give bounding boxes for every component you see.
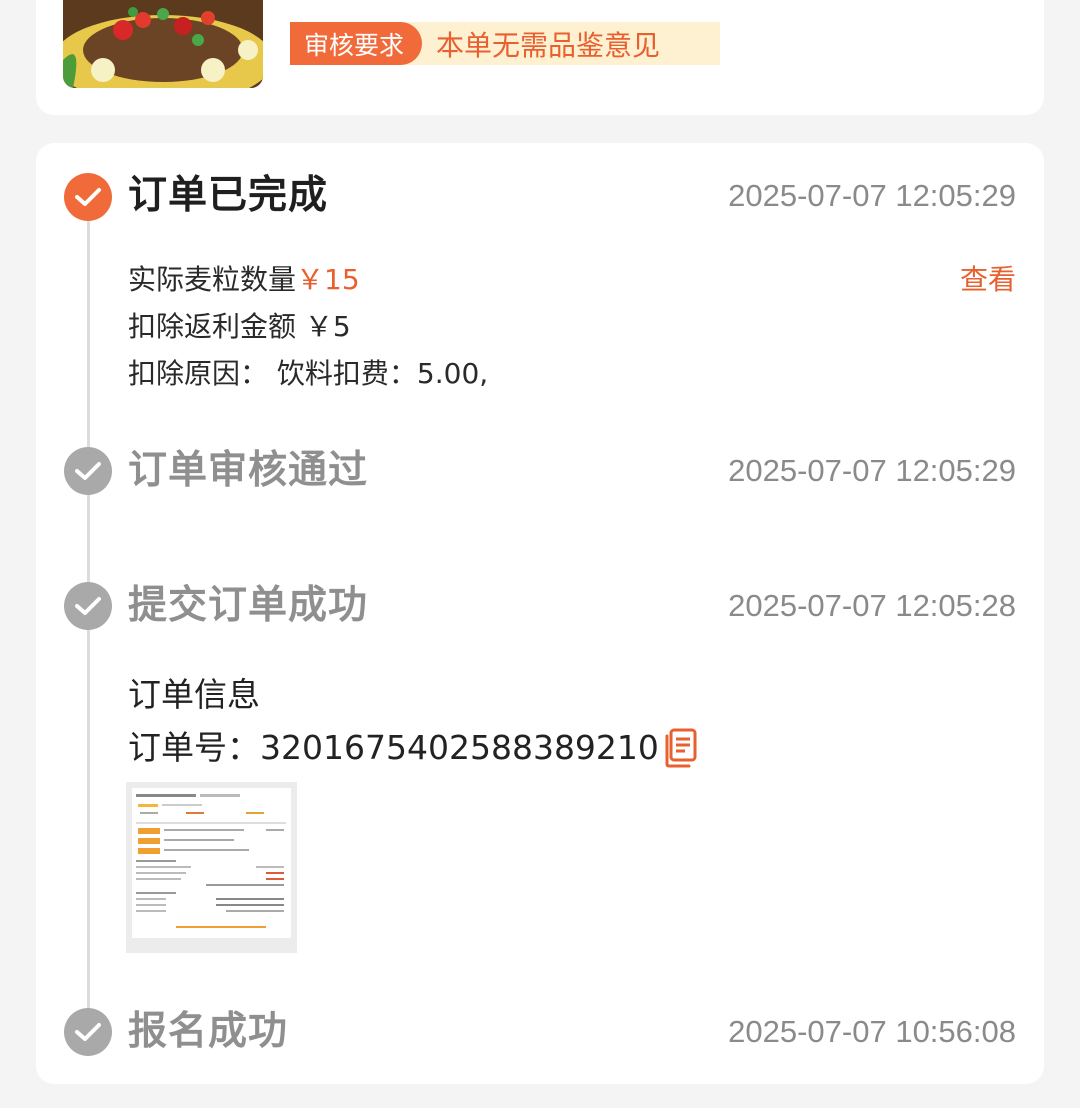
deduct-amount-row: 扣除返利金额 ￥5 — [128, 307, 351, 347]
deduct-reason-row: 扣除原因： 饮料扣费：5.00, — [128, 354, 488, 394]
actual-grains-label: 实际麦粒数量 — [128, 263, 297, 296]
step-time-approved: 2025-07-07 12:05:29 — [728, 453, 1016, 488]
step-title-completed: 订单已完成 — [128, 173, 329, 218]
order-screenshot-thumbnail[interactable] — [126, 782, 297, 953]
food-image[interactable] — [63, 0, 263, 88]
check-circle-icon — [64, 173, 112, 221]
order-number-label: 订单号： — [128, 728, 260, 767]
actual-grains-value: ￥15 — [296, 263, 360, 296]
deduct-amount-value: ￥5 — [304, 310, 351, 343]
step-time-completed: 2025-07-07 12:05:29 — [728, 178, 1016, 213]
deduct-reason-value: 饮料扣费：5.00, — [276, 357, 489, 390]
step-time-registered: 2025-07-07 10:56:08 — [728, 1014, 1016, 1049]
order-number-value: 320167540258838921​0 — [260, 728, 659, 767]
step-title-approved: 订单审核通过 — [128, 448, 369, 493]
step-time-submitted: 2025-07-07 12:05:28 — [728, 588, 1016, 623]
order-info-label: 订单信息 — [128, 675, 260, 714]
deduct-amount-label: 扣除返利金额 — [128, 310, 297, 343]
check-circle-icon — [64, 447, 112, 495]
check-circle-icon — [64, 582, 112, 630]
deduct-reason-label: 扣除原因： — [128, 357, 269, 390]
order-number-row: 订单号： 320167540258838921​0 — [128, 726, 697, 770]
review-requirement-badge: 审核要求 本单无需品鉴意见 — [290, 22, 720, 65]
view-link[interactable]: 查看 — [960, 260, 1016, 300]
check-circle-icon — [64, 1008, 112, 1056]
review-tag-value: 本单无需品鉴意见 — [396, 22, 720, 65]
actual-grains-row: 实际麦粒数量￥15 — [128, 260, 360, 300]
step-title-registered: 报名成功 — [128, 1009, 289, 1054]
review-tag-label: 审核要求 — [290, 22, 423, 65]
copy-icon[interactable] — [663, 728, 697, 768]
step-title-submitted: 提交订单成功 — [128, 583, 369, 628]
